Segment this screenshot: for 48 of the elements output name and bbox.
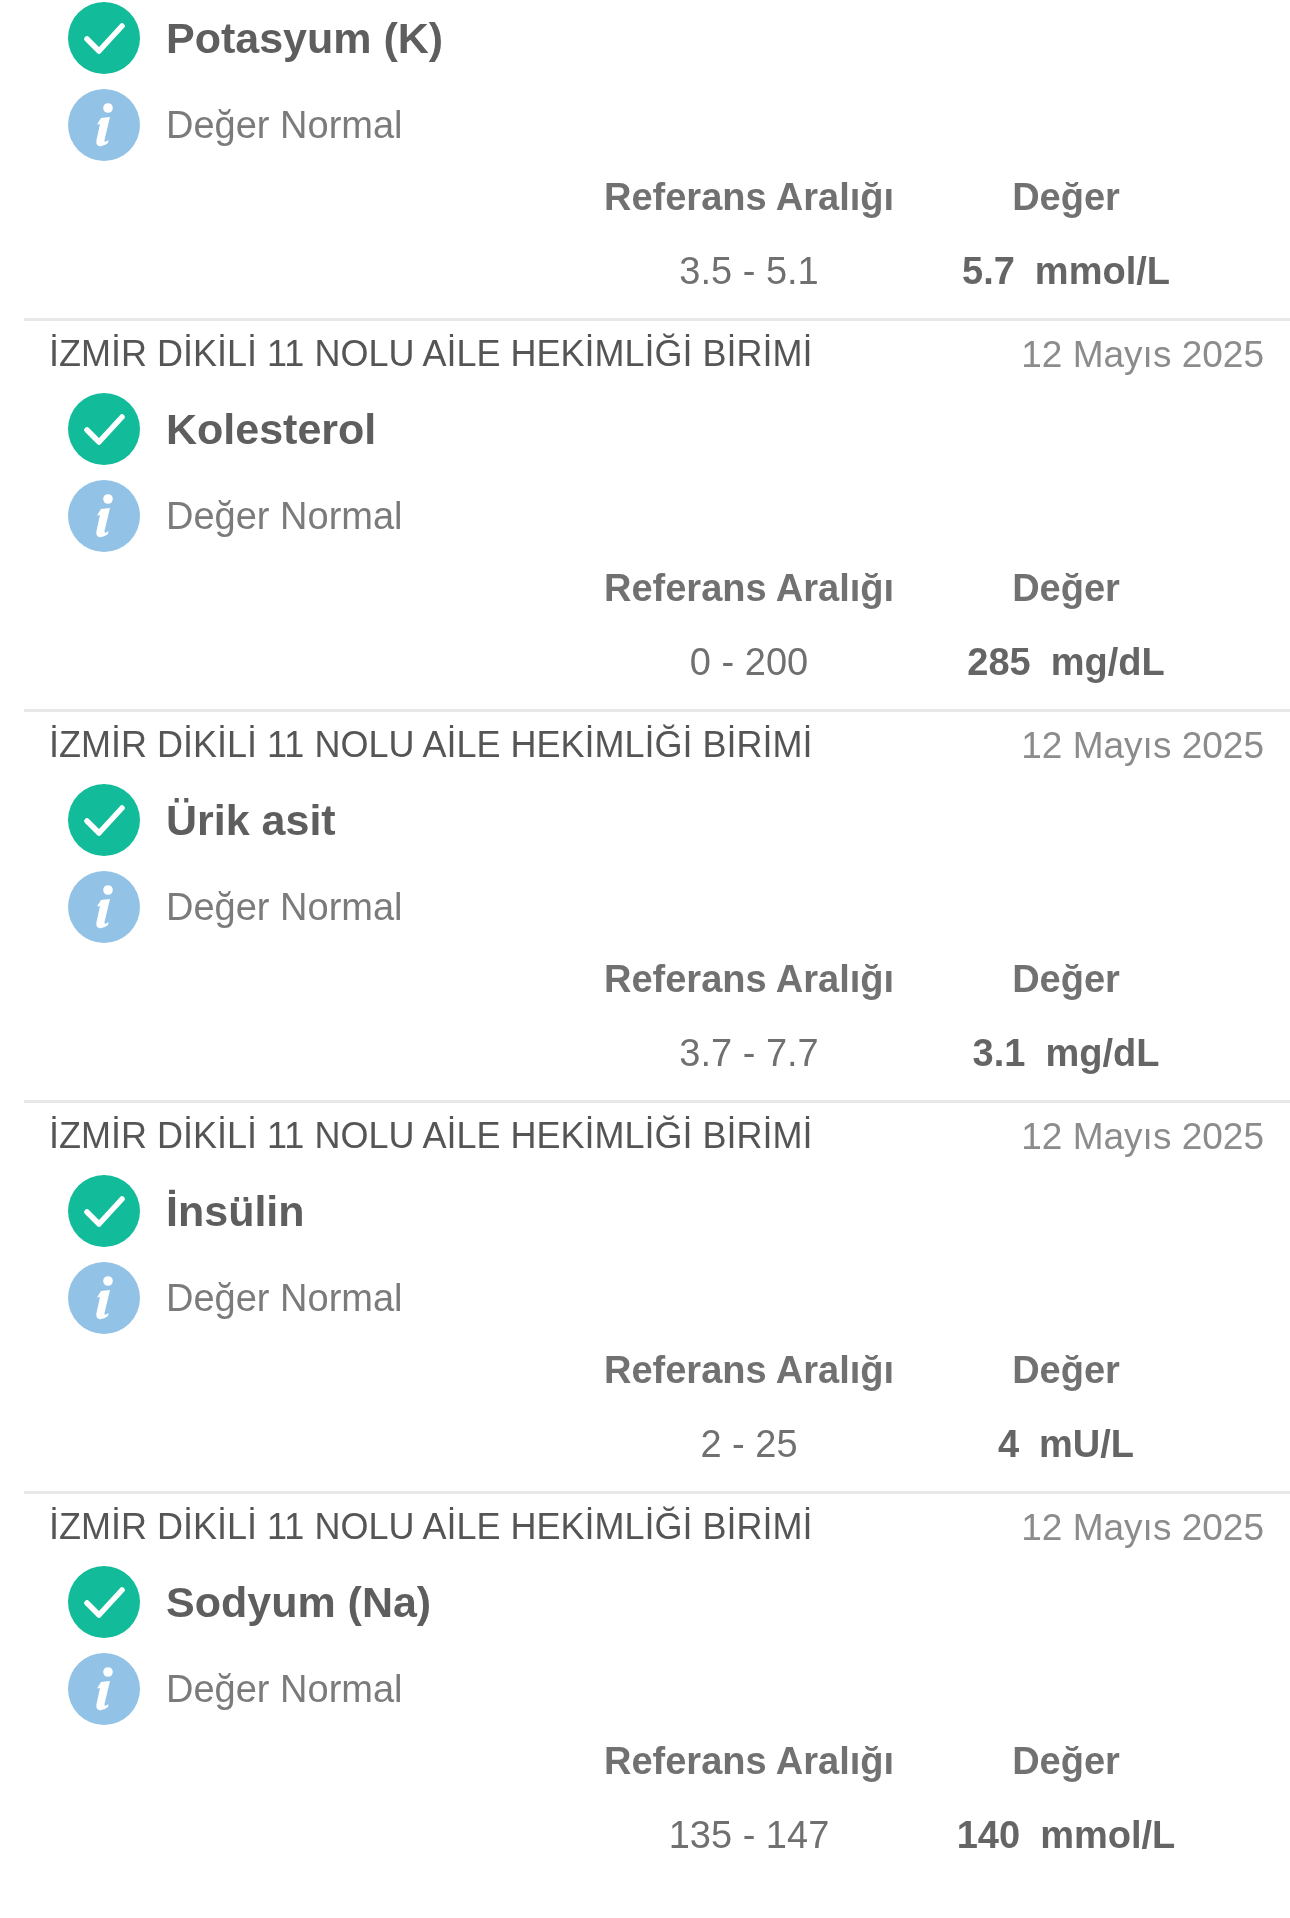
column-header: Değer [1012, 178, 1120, 216]
status-note: Değer Normal [166, 1279, 403, 1317]
column-header: Referans Aralığı [604, 1742, 894, 1780]
status-note: Değer Normal [166, 497, 403, 535]
check-circle-icon [68, 1566, 140, 1638]
result-unit: mmol/L [1040, 1816, 1176, 1854]
test-name: Ürik asit [166, 798, 336, 842]
result-value: 140 [956, 1816, 1021, 1854]
column-header: Değer [1012, 960, 1120, 998]
reference-range: 0 - 200 [689, 643, 809, 681]
status-note: Değer Normal [166, 106, 403, 144]
reference-range: 135 - 147 [668, 1816, 830, 1854]
result-date: 12 Mayıs 2025 [1021, 726, 1264, 764]
info-icon [68, 871, 140, 943]
info-icon [68, 89, 140, 161]
column-header: Referans Aralığı [604, 1351, 894, 1389]
result-date: 12 Mayıs 2025 [1021, 335, 1264, 373]
check-circle-icon [68, 393, 140, 465]
result-unit: mmol/L [1034, 252, 1170, 290]
info-icon [68, 480, 140, 552]
column-header: Referans Aralığı [604, 178, 894, 216]
result-unit: mg/dL [1045, 1034, 1160, 1072]
reference-range: 2 - 25 [700, 1425, 798, 1463]
column-header: Değer [1012, 1351, 1120, 1389]
result-value: 4 [997, 1425, 1020, 1463]
column-header: Referans Aralığı [604, 960, 894, 998]
reference-range: 3.7 - 7.7 [679, 1034, 819, 1072]
column-header: Referans Aralığı [604, 569, 894, 607]
test-name: İnsülin [166, 1189, 305, 1233]
check-circle-icon [68, 1175, 140, 1247]
result-unit: mg/dL [1050, 643, 1165, 681]
result-date: 12 Mayıs 2025 [1021, 1508, 1264, 1546]
result-value: 285 [967, 643, 1031, 681]
check-circle-icon [68, 784, 140, 856]
info-icon [68, 1262, 140, 1334]
result-unit: mU/L [1039, 1425, 1135, 1463]
result-date: 12 Mayıs 2025 [1021, 1117, 1264, 1155]
info-icon [68, 1653, 140, 1725]
result-value: 5.7 [962, 252, 1015, 290]
column-header: Değer [1012, 1742, 1120, 1780]
reference-range: 3.5 - 5.1 [679, 252, 819, 290]
test-name: Sodyum (Na) [166, 1580, 432, 1624]
column-header: Değer [1012, 569, 1120, 607]
test-name: Kolesterol [166, 407, 377, 451]
result-value: 3.1 [972, 1034, 1026, 1072]
status-note: Değer Normal [166, 888, 403, 926]
status-note: Değer Normal [166, 1670, 403, 1708]
test-name: Potasyum (K) [166, 16, 444, 60]
